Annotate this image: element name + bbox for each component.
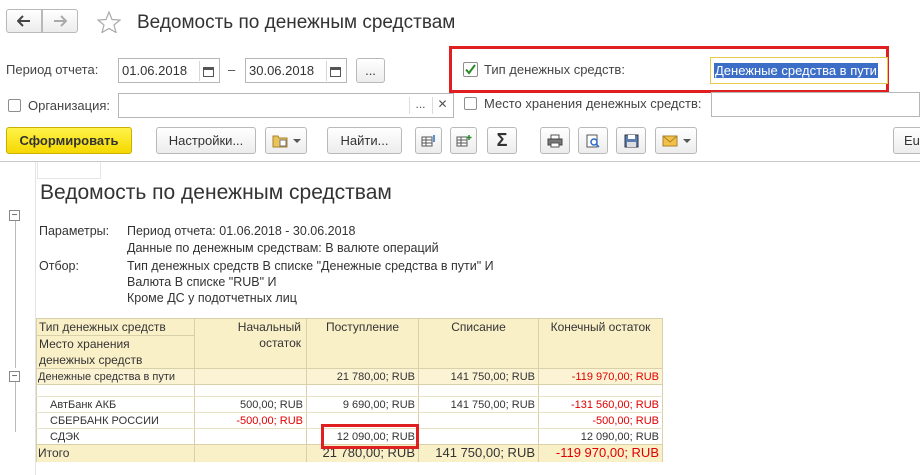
table-sort-icon: [421, 134, 435, 146]
header-end: Конечный остаток: [550, 320, 651, 334]
org-field[interactable]: [118, 93, 454, 118]
find-button[interactable]: Найти...: [327, 127, 402, 154]
total-end: -119 970,00; RUB: [555, 445, 659, 460]
header-col1-b: Место хранения: [39, 337, 130, 351]
table-add-icon: [456, 134, 471, 146]
row-end: -131 560,00; RUB: [570, 399, 659, 411]
type-field[interactable]: Денежные средства в пути: [710, 57, 888, 84]
period-dash: –: [228, 62, 236, 77]
type-value: Денежные средства в пути: [714, 63, 878, 78]
filter-line: Кроме ДС у подотчетных лиц: [127, 291, 297, 305]
folder-icon: [272, 135, 287, 147]
back-button[interactable]: [6, 9, 42, 33]
row-start: -500,00; RUB: [236, 415, 303, 427]
envelope-icon: [662, 135, 677, 146]
arrow-left-icon: [17, 15, 30, 27]
generate-button[interactable]: Сформировать: [6, 127, 132, 154]
place-field[interactable]: [711, 92, 920, 117]
send-button[interactable]: [655, 127, 697, 154]
place-checkbox[interactable]: [464, 97, 477, 110]
arrow-right-icon: [54, 15, 67, 27]
sum-button[interactable]: Σ: [487, 127, 517, 154]
period-select-button[interactable]: ...: [356, 58, 385, 83]
org-label: Организация:: [28, 98, 111, 113]
calendar-icon[interactable]: [326, 61, 344, 81]
row-name: АвтБанк АКБ: [50, 399, 117, 411]
date-to-value: 30.06.2018: [249, 63, 315, 78]
highlight-box-income: [321, 424, 419, 449]
favorite-star-icon[interactable]: [96, 10, 122, 38]
row-start: 500,00; RUB: [240, 399, 303, 411]
period-line: Период отчета: 01.06.2018 - 30.06.2018: [127, 224, 356, 238]
filter-line: Валюта В списке "RUB" И: [127, 275, 277, 289]
chevron-down-icon: [682, 138, 691, 143]
cell-marker: [37, 162, 101, 179]
sort-asc-button[interactable]: [415, 127, 442, 154]
more-button[interactable]: Eu: [893, 127, 920, 154]
row-expense: 141 750,00; RUB: [450, 399, 535, 411]
report-title: Ведомость по денежным средствам: [40, 181, 392, 204]
total-expense: 141 750,00; RUB: [435, 445, 535, 460]
header-income: Поступление: [325, 320, 400, 334]
type-label: Тип денежных средств:: [484, 62, 625, 77]
forward-button[interactable]: [42, 9, 78, 33]
collapse-group-icon[interactable]: −: [9, 371, 20, 382]
report-area: − − Ведомость по денежным средствам Пара…: [0, 161, 920, 475]
params-label: Параметры:: [39, 224, 110, 238]
org-clear-icon[interactable]: ✕: [432, 97, 452, 114]
group-end: -119 970,00; RUB: [571, 371, 659, 383]
filter-label: Отбор:: [39, 259, 79, 273]
date-to-field[interactable]: 30.06.2018: [245, 58, 347, 83]
preview-icon: [586, 134, 600, 148]
period-label: Период отчета:: [6, 62, 99, 77]
row-guide-line: [15, 218, 16, 368]
header-expense: Списание: [451, 320, 506, 334]
row-end: -500,00; RUB: [592, 415, 659, 427]
total-name: Итого: [38, 446, 70, 460]
printer-icon: [547, 134, 563, 147]
group-income: 21 780,00; RUB: [336, 371, 415, 383]
header-start-a: Начальный: [237, 320, 301, 334]
row-end: 12 090,00; RUB: [580, 431, 659, 443]
chevron-down-icon: [292, 138, 301, 143]
variant-button[interactable]: [265, 127, 307, 154]
grid-line: [662, 318, 663, 462]
row-guide-line: [15, 382, 16, 432]
floppy-icon: [624, 134, 638, 147]
row-name: СБЕРБАНК РОССИИ: [50, 415, 159, 427]
group-expense: 141 750,00; RUB: [450, 371, 535, 383]
org-checkbox[interactable]: [8, 99, 21, 112]
report-table: Тип денежных средств Место хранения дене…: [36, 318, 663, 462]
save-button[interactable]: [616, 127, 646, 154]
filter-line: Тип денежных средств В списке "Денежные …: [127, 259, 494, 273]
data-line: Данные по денежным средствам: В валюте о…: [127, 241, 439, 255]
org-select-button[interactable]: ...: [409, 97, 431, 114]
page-title: Ведомость по денежным средствам: [137, 12, 456, 33]
type-checkbox[interactable]: [463, 62, 478, 77]
preview-button[interactable]: [578, 127, 608, 154]
row-name: СДЭК: [50, 431, 80, 443]
settings-button[interactable]: Настройки...: [156, 127, 256, 154]
row-income: 9 690,00; RUB: [342, 399, 415, 411]
calendar-icon[interactable]: [199, 61, 217, 81]
date-from-value: 01.06.2018: [122, 63, 188, 78]
sort-add-button[interactable]: [450, 127, 477, 154]
print-button[interactable]: [540, 127, 570, 154]
collapse-params-icon[interactable]: −: [9, 210, 20, 221]
header-col1-c: денежных средств: [39, 353, 143, 367]
header-start-b: остаток: [259, 336, 301, 350]
grid-line: [36, 318, 37, 462]
date-from-field[interactable]: 01.06.2018: [118, 58, 220, 83]
place-label: Место хранения денежных средств:: [484, 96, 702, 111]
header-col1-a: Тип денежных средств: [39, 320, 166, 334]
group-name: Денежные средства в пути: [38, 371, 176, 383]
group-margin: [6, 162, 36, 475]
